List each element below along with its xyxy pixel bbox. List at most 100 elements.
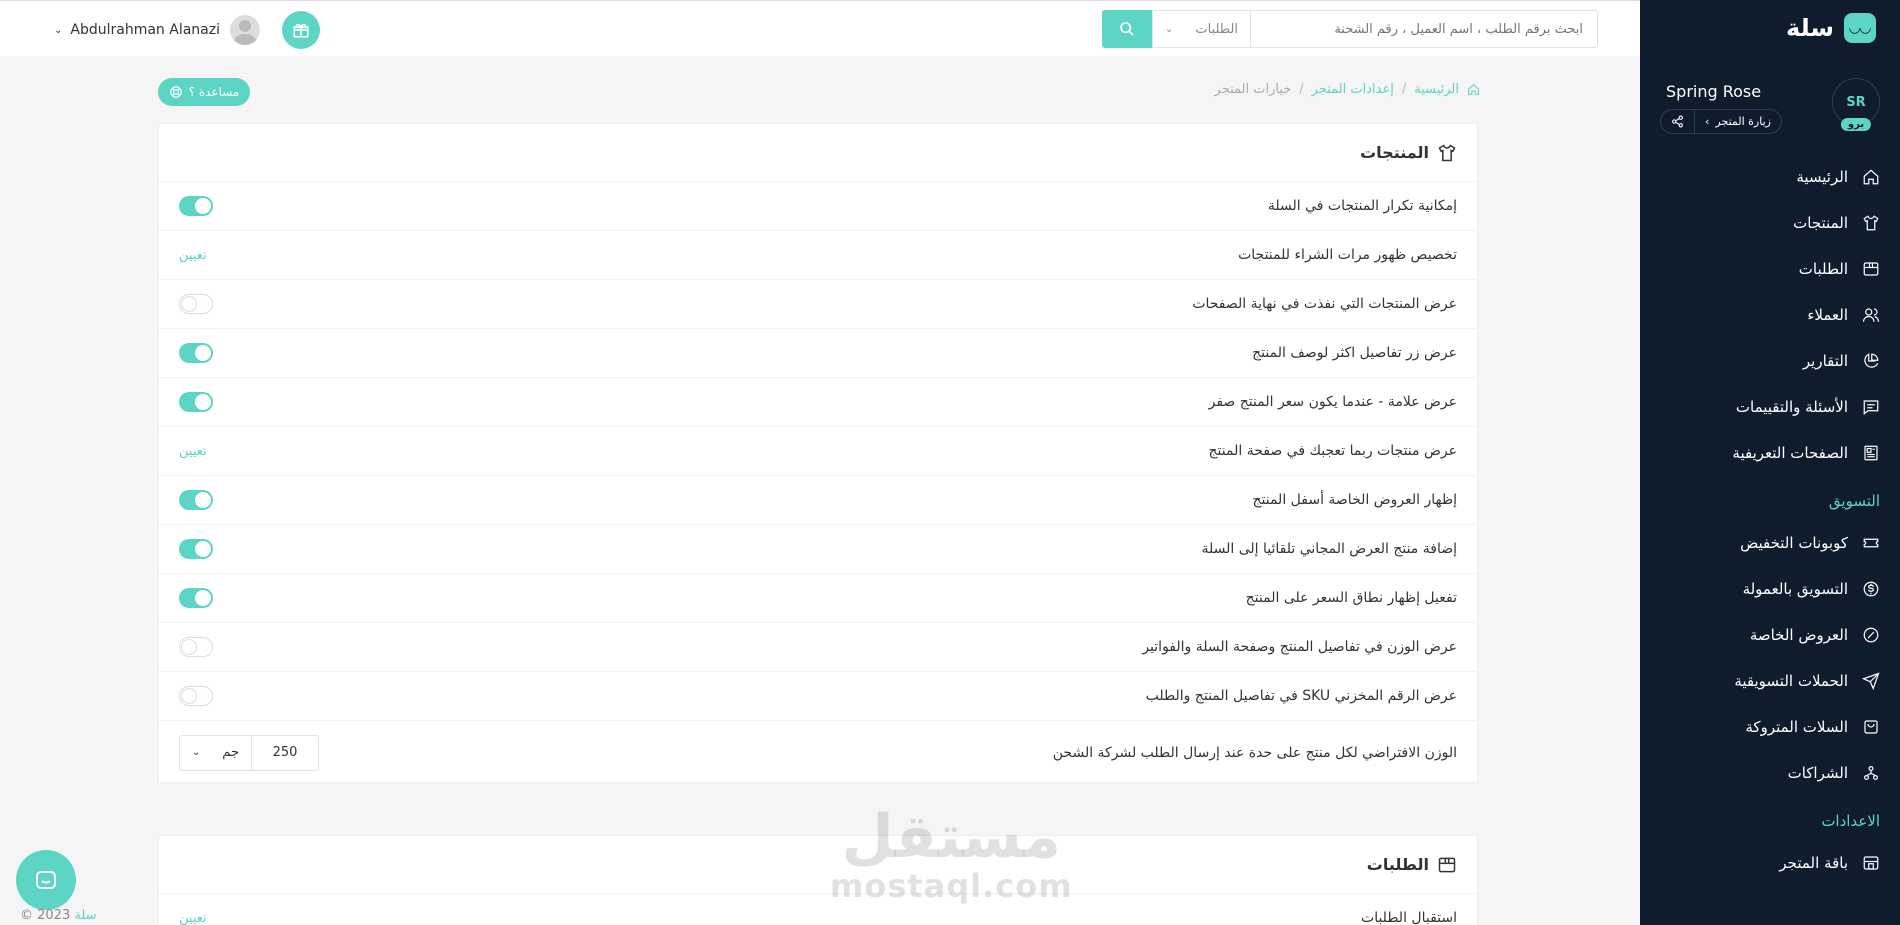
footer-copyright: 2023 © [20,908,71,923]
nav-section-marketing: التسويق [1828,492,1880,510]
toggle-knob [195,492,211,508]
nav-item-campaigns[interactable]: الحملات التسويقية [1640,658,1900,704]
search-button[interactable] [1102,10,1152,48]
help-button[interactable]: مساعدة ؟ [158,78,250,106]
ticket-icon [1863,538,1879,548]
nav-item-store-plan[interactable]: باقة المتجر [1640,840,1900,886]
nav-item-reviews[interactable]: الأسئلة والتقييمات [1640,384,1900,430]
setting-row: عرض زر تفاصيل اكثر لوصف المنتج [159,329,1477,378]
nav-item-abandoned-carts[interactable]: السلات المتروكة [1640,704,1900,750]
nav-item-coupons[interactable]: كوبونات التخفيض [1640,520,1900,566]
user-menu[interactable]: ⌄ Abdulrahman Alanazi [54,22,220,38]
gift-button[interactable] [282,11,320,49]
nav-item-pages[interactable]: الصفحات التعريفية [1640,430,1900,476]
box-icon [1438,857,1456,872]
search-scope-value: الطلبات [1195,21,1238,37]
search-scope-select[interactable]: ⌄ الطلبات [1152,10,1250,48]
store-icon [1863,856,1879,870]
visit-store-button[interactable]: ‹ زيارة المتجر [1695,110,1781,133]
toggle-knob [195,394,211,410]
setting-toggle[interactable] [179,196,213,216]
setting-toggle[interactable] [179,490,213,510]
nav-item-home[interactable]: الرئيسية [1640,154,1900,200]
users-icon [1862,308,1880,322]
chat-button[interactable] [16,850,76,910]
home-icon[interactable] [1467,83,1480,96]
discount-icon [1863,627,1879,643]
setting-label: عرض علامة - عندما يكون سعر المنتج صفر [1208,394,1457,410]
setting-label: الوزن الافتراضي لكل منتج على حدة عند إرس… [1052,744,1457,761]
setting-toggle[interactable] [179,588,213,608]
store-avatar[interactable]: SR برو [1832,78,1880,131]
nav-item-orders[interactable]: الطلبات [1640,246,1900,292]
store-name: Spring Rose [1666,82,1762,101]
setting-label: إضافة منتج العرض المجاني تلقائيا إلى الس… [1201,541,1457,557]
sidebar-header: ◡◡ سلة [1640,0,1900,56]
breadcrumb-separator: / [1299,82,1304,97]
toggle-knob [181,688,197,704]
setting-row: إمكانية تكرار المنتجات في السلة [159,182,1477,231]
chevron-down-icon: ⌄ [192,747,201,758]
pie-chart-icon [1864,353,1879,368]
weight-input[interactable]: 250 [252,736,318,770]
setting-row: عرض الوزن في تفاصيل المنتج وصفحة السلة و… [159,623,1477,672]
user-avatar-icon [233,20,257,45]
assign-link[interactable]: تعيين [179,444,207,459]
setting-row: إضافة منتج العرض المجاني تلقائيا إلى الس… [159,525,1477,574]
share-button[interactable] [1661,110,1695,133]
nav-label: باقة المتجر [1779,854,1848,872]
brand-name: سلة [1786,14,1834,42]
weight-unit-select[interactable]: ⌄ جم [180,735,252,770]
setting-toggle[interactable] [179,539,213,559]
setting-row: عرض المنتجات التي نفذت في نهاية الصفحات [159,280,1477,329]
network-icon [1864,766,1878,780]
nav-item-partnerships[interactable]: الشراكات [1640,750,1900,796]
breadcrumb-home[interactable]: الرئيسية [1414,82,1459,97]
setting-toggle[interactable] [179,686,213,706]
assign-link[interactable]: تعيين [179,248,207,263]
search-input[interactable] [1250,10,1598,48]
shirt-icon [1863,215,1879,231]
help-label: مساعدة ؟ [188,85,240,99]
setting-toggle[interactable] [179,294,213,314]
toggle-knob [195,541,211,557]
shirt-icon [1438,143,1456,161]
newspaper-icon [1864,445,1878,461]
nav-item-special-offers[interactable]: العروض الخاصة [1640,612,1900,658]
watermark: مستقل mostaql.com [830,805,1073,903]
nav-item-reports[interactable]: التقارير [1640,338,1900,384]
breadcrumb-settings[interactable]: إعدادات المتجر [1312,82,1394,97]
setting-label: عرض الرقم المخزني SKU في تفاصيل المنتج و… [1145,688,1457,704]
copyright: سلة 2023 © [20,908,97,923]
setting-toggle[interactable] [179,343,213,363]
search-bar: ⌄ الطلبات [1102,10,1598,48]
nav-label: المنتجات [1793,214,1848,232]
setting-row: إظهار العروض الخاصة أسفل المنتج [159,476,1477,525]
nav-label: كوبونات التخفيض [1740,534,1848,552]
brand-logo[interactable]: ◡◡ سلة [1786,13,1876,43]
nav-section-settings: الاعدادات [1821,812,1880,830]
nav-item-customers[interactable]: العملاء [1640,292,1900,338]
nav-item-affiliate[interactable]: التسويق بالعمولة [1640,566,1900,612]
setting-toggle[interactable] [179,637,213,657]
avatar[interactable] [230,15,260,45]
products-settings-card: المنتجات إمكانية تكرار المنتجات في السلة… [158,123,1478,783]
weight-unit: جم [222,745,239,760]
setting-label: استقبال الطلبات [1361,910,1457,925]
setting-label: عرض المنتجات التي نفذت في نهاية الصفحات [1192,296,1457,312]
home-icon [1863,169,1879,185]
footer-brand[interactable]: سلة [74,908,96,923]
topbar: ⌄ Abdulrahman Alanazi ⌄ الطلبات [0,0,1640,56]
setting-row: عرض منتجات ربما تعجبك في صفحة المنتج تعي… [159,427,1477,476]
toggle-knob [195,198,211,214]
comment-icon [1863,400,1879,415]
assign-link[interactable]: تعيين [179,911,207,925]
search-icon [1120,22,1134,36]
toggle-knob [195,590,211,606]
setting-row: تفعيل إظهار نطاق السعر على المنتج [159,574,1477,623]
nav-item-products[interactable]: المنتجات [1640,200,1900,246]
box-icon [1863,262,1879,276]
setting-toggle[interactable] [179,392,213,412]
breadcrumb: الرئيسية / إعدادات المتجر / خيارات المتج… [1215,82,1480,97]
card-header: الطلبات [159,836,1477,894]
